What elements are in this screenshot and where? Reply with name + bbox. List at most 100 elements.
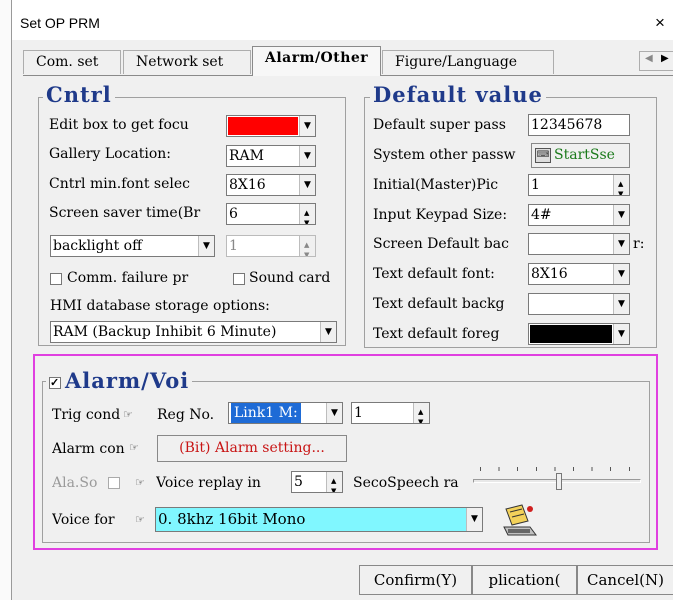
tab-label: Com. set xyxy=(36,54,99,70)
chevron-down-icon: ▼ xyxy=(613,264,629,284)
voice-format-select[interactable]: 0. 8khz 16bit Mono ▼ xyxy=(155,507,483,532)
chevron-down-icon: ▼ xyxy=(613,234,629,254)
tab-label: Figure/Language xyxy=(395,54,518,70)
backlight-num: 1 xyxy=(229,238,238,254)
screen-bg-select[interactable]: ▼ xyxy=(528,233,630,255)
edit-focus-color-select[interactable]: ▼ xyxy=(226,115,316,137)
db-select[interactable]: RAM (Backup Inhibit 6 Minute) ▼ xyxy=(50,321,337,343)
ala-sound-label: Ala.So xyxy=(52,475,98,491)
color-swatch xyxy=(228,117,298,135)
pointer-hand-icon[interactable]: ☞ xyxy=(123,407,140,423)
backlight-value: backlight off xyxy=(53,238,143,254)
startsse-label: StartSse xyxy=(554,147,615,163)
comm-failure-checkbox[interactable] xyxy=(50,273,62,285)
cntrl-legend: Cntrl xyxy=(43,82,115,107)
alarm-voice-checkbox[interactable]: ✓ xyxy=(49,377,61,389)
voice-replay-value: 5 xyxy=(294,474,303,490)
spin-arrows-icon[interactable] xyxy=(326,472,342,492)
minfont-label: Cntrl min.font selec xyxy=(49,176,190,192)
chevron-down-icon: ▼ xyxy=(613,205,629,225)
other-pass-label: System other passw xyxy=(373,147,516,163)
speech-rate-slider[interactable] xyxy=(473,466,641,490)
window-title: Set OP PRM xyxy=(20,15,100,31)
reg-no-label: Reg No. xyxy=(157,407,215,423)
voice-replay-label: Voice replay in xyxy=(156,475,261,491)
sound-card-checkbox[interactable] xyxy=(233,273,245,285)
chevron-left-icon[interactable]: ◀ xyxy=(645,53,653,64)
text-font-value: 8X16 xyxy=(531,266,568,282)
link-select[interactable]: Link1 M: ▼ xyxy=(228,402,343,424)
slider-ticks xyxy=(480,467,630,471)
voice-format-label: Voice for xyxy=(52,512,115,528)
backlight-select[interactable]: backlight off ▼ xyxy=(50,235,215,257)
slider-thumb[interactable] xyxy=(556,473,562,490)
text-font-select[interactable]: 8X16 ▼ xyxy=(528,263,630,285)
keypad-label: Input Keypad Size: xyxy=(373,207,508,223)
minfont-select[interactable]: 8X16 ▼ xyxy=(226,174,316,196)
alarm-voice-legend: ✓ Alarm/Voi xyxy=(46,368,193,393)
voice-format-value: 0. 8khz 16bit Mono xyxy=(158,510,306,528)
text-fg-label: Text default foreg xyxy=(373,326,500,342)
text-font-label: Text default font: xyxy=(373,266,495,282)
initial-pic-spin[interactable]: 1 xyxy=(528,174,630,196)
super-pass-input[interactable]: 12345678 xyxy=(528,114,630,136)
edit-focus-label: Edit box to get focu xyxy=(49,117,189,133)
text-bg-select[interactable]: ▼ xyxy=(528,293,630,315)
spin-arrows-icon[interactable] xyxy=(613,175,629,195)
keyboard-device-icon[interactable] xyxy=(500,501,540,537)
ala-sound-checkbox[interactable] xyxy=(108,477,120,489)
reg-num-spin[interactable]: 1 xyxy=(351,402,430,424)
text-fg-select[interactable]: ▼ xyxy=(528,323,630,345)
chevron-down-icon: ▼ xyxy=(613,324,629,344)
spin-arrows-icon[interactable] xyxy=(299,236,315,256)
chevron-down-icon: ▼ xyxy=(299,116,315,136)
tab-com-set[interactable]: Com. set xyxy=(23,50,121,74)
pointer-hand-icon[interactable]: ☞ xyxy=(135,475,152,491)
keypad-value: 4# xyxy=(531,207,552,223)
super-pass-label: Default super pass xyxy=(373,117,506,133)
trig-cond-label: Trig cond xyxy=(52,407,121,423)
cancel-button[interactable]: Cancel(N) xyxy=(577,565,673,595)
alarm-cond-label: Alarm con xyxy=(52,441,125,457)
pointer-hand-icon[interactable]: ☞ xyxy=(129,440,146,456)
initial-pic-value: 1 xyxy=(531,177,540,193)
confirm-button[interactable]: Confirm(Y) xyxy=(359,565,472,595)
chevron-down-icon: ▼ xyxy=(320,322,336,342)
chevron-right-icon[interactable]: ▶ xyxy=(661,53,669,64)
tab-network-set[interactable]: Network set xyxy=(123,50,251,74)
close-icon[interactable]: × xyxy=(655,13,665,33)
text-bg-label: Text default backg xyxy=(373,296,505,312)
tab-figure-language[interactable]: Figure/Language xyxy=(382,50,554,74)
pointer-hand-icon[interactable]: ☞ xyxy=(135,512,152,528)
color-swatch xyxy=(530,325,612,343)
saver-label: Screen saver time(Br xyxy=(49,205,201,221)
initial-pic-label: Initial(Master)Pic xyxy=(373,177,499,193)
default-value-legend: Default value xyxy=(370,82,546,107)
keypad-select[interactable]: 4# ▼ xyxy=(528,204,630,226)
minfont-value: 8X16 xyxy=(229,177,266,193)
speech-rate-label: SecoSpeech ra xyxy=(353,475,459,491)
startsse-button[interactable]: ⌨ StartSse xyxy=(531,143,630,168)
tab-alarm-other[interactable]: Alarm/Other xyxy=(252,46,381,76)
chevron-down-icon: ▼ xyxy=(198,236,214,256)
comm-failure-label: Comm. failure pr xyxy=(67,270,189,286)
saver-value: 6 xyxy=(229,206,238,222)
spin-arrows-icon[interactable] xyxy=(413,403,429,423)
voice-replay-spin[interactable]: 5 xyxy=(291,471,343,493)
screen-bg-label: Screen Default bac xyxy=(373,236,509,252)
gallery-select[interactable]: RAM ▼ xyxy=(226,145,316,167)
tab-scroll-buttons: ◀ ▶ xyxy=(639,51,673,71)
super-pass-value: 12345678 xyxy=(531,117,603,133)
alarm-setting-button[interactable]: (Bit) Alarm setting... xyxy=(157,435,347,462)
backlight-spin[interactable]: 1 xyxy=(226,235,316,257)
gallery-label: Gallery Location: xyxy=(49,146,172,162)
chevron-down-icon: ▼ xyxy=(326,403,342,423)
db-value: RAM (Backup Inhibit 6 Minute) xyxy=(53,324,277,340)
chevron-down-icon: ▼ xyxy=(466,508,482,531)
apply-button[interactable]: plication( xyxy=(472,565,577,595)
saver-spin[interactable]: 6 xyxy=(226,203,316,225)
screen-bg-suffix: r: xyxy=(633,236,645,252)
spin-arrows-icon[interactable] xyxy=(299,204,315,224)
tab-label: Network set xyxy=(136,54,224,70)
alarm-voice-title: Alarm/Voi xyxy=(65,368,190,393)
